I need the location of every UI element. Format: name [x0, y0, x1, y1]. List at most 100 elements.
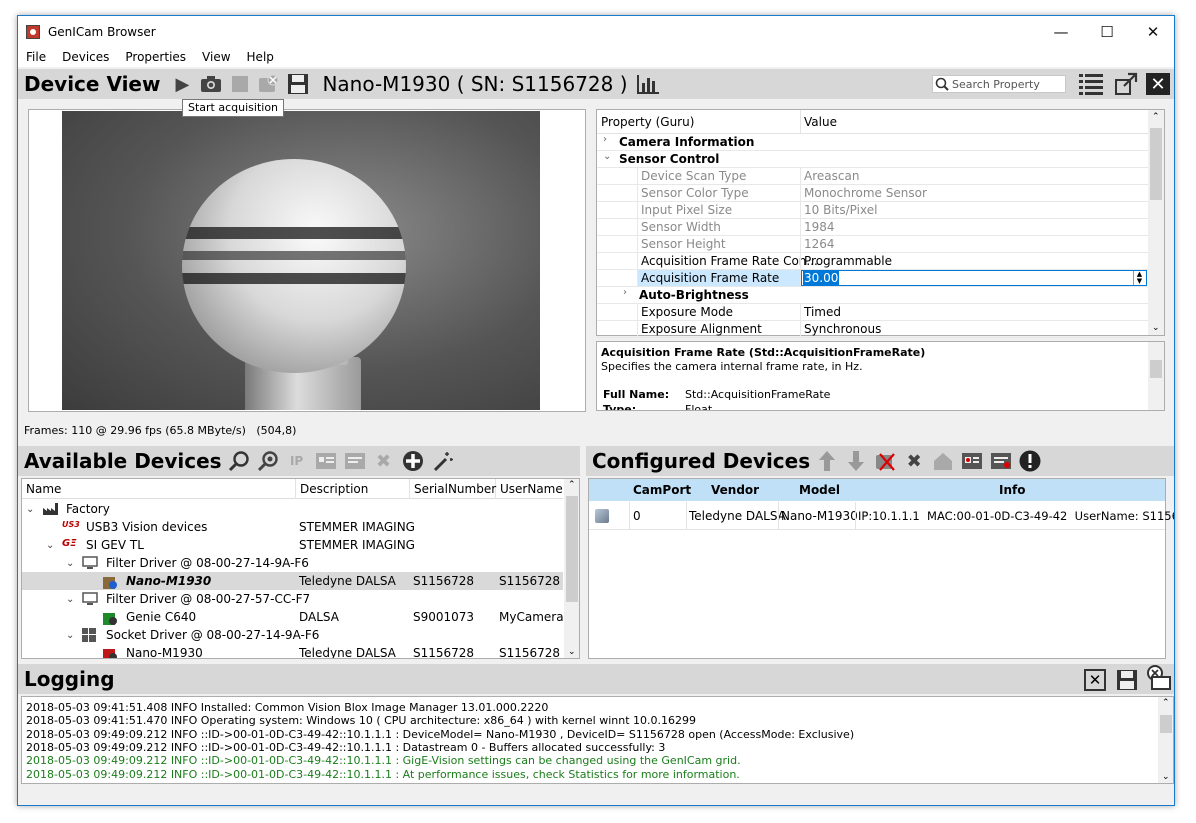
- model-column-header[interactable]: Model: [799, 483, 840, 497]
- list-item[interactable]: US3 USB3 Vision devices STEMMER IMAGING: [22, 518, 563, 536]
- property-value[interactable]: Programmable: [804, 254, 892, 268]
- chevron-down-icon[interactable]: ⌄: [603, 151, 611, 162]
- spin-buttons-icon[interactable]: ▲ ▼: [1133, 271, 1145, 285]
- disconnect-icon[interactable]: [257, 72, 281, 96]
- image-display[interactable]: [28, 109, 586, 412]
- list-item[interactable]: ⌄ Filter Driver @ 08-00-27-14-9A-F6: [22, 554, 563, 572]
- undock-icon[interactable]: [1114, 72, 1138, 99]
- value-column-header[interactable]: Value: [804, 115, 837, 129]
- tools-icon[interactable]: ✖: [372, 449, 396, 473]
- log-view[interactable]: 2018-05-03 09:41:51.408 INFO Installed: …: [21, 696, 1174, 784]
- tooltip: Start acquisition: [182, 99, 285, 117]
- configured-devices-table[interactable]: CamPort Vendor Model Info 0 Teledyne DAL…: [588, 478, 1174, 659]
- configure-icon[interactable]: ✖: [902, 449, 926, 473]
- stop-icon[interactable]: [228, 72, 252, 96]
- close-log-icon[interactable]: [1146, 665, 1172, 694]
- property-row[interactable]: Exposure Mode Timed: [597, 304, 1148, 321]
- list-item[interactable]: Genie C640 DALSA S9001073 MyCamera1: [22, 608, 571, 626]
- scroll-up-icon[interactable]: ⌃: [1152, 112, 1160, 122]
- minimize-button[interactable]: —: [1038, 16, 1084, 47]
- discover-icon[interactable]: [227, 449, 251, 473]
- list-item[interactable]: ⌄ Factory: [22, 500, 563, 518]
- property-scrollbar[interactable]: ⌃ ⌄: [1148, 110, 1164, 335]
- move-up-icon[interactable]: [815, 449, 839, 473]
- name-column-header[interactable]: Name: [22, 479, 296, 499]
- discover-all-icon[interactable]: [256, 449, 280, 473]
- chevron-down-icon[interactable]: ⌄: [66, 630, 74, 641]
- move-down-icon[interactable]: [844, 449, 868, 473]
- menu-devices[interactable]: Devices: [54, 50, 117, 64]
- property-row[interactable]: Sensor Height 1264: [597, 236, 1148, 253]
- table-row[interactable]: 0 Teledyne DALSA Nano-M1930 IP:10.1.1.1 …: [589, 502, 1174, 530]
- property-row[interactable]: Acquisition Frame Rate Con... Programmabl…: [597, 253, 1148, 270]
- property-value[interactable]: Timed: [804, 305, 841, 319]
- log-scrollbar[interactable]: ⌃ ⌄: [1158, 697, 1173, 783]
- property-row[interactable]: › Auto-Brightness: [597, 287, 1148, 304]
- remove-device-icon[interactable]: [873, 449, 897, 473]
- property-value: Areascan: [804, 169, 860, 183]
- close-panel-icon[interactable]: ✕: [1146, 73, 1170, 95]
- device-settings-icon[interactable]: [989, 449, 1013, 473]
- add-device-icon[interactable]: [401, 449, 425, 473]
- statistics-icon[interactable]: [636, 72, 660, 96]
- chevron-right-icon[interactable]: ›: [623, 287, 627, 298]
- log-line: 2018-05-03 09:49:09.212 INFO ::ID->00-01…: [26, 727, 855, 741]
- close-window-button[interactable]: ✕: [1130, 16, 1174, 47]
- list-item[interactable]: Nano-M1930 Teledyne DALSA S1156728 S1156728: [22, 572, 563, 590]
- menu-file[interactable]: File: [18, 50, 54, 64]
- menu-view[interactable]: View: [194, 50, 238, 64]
- list-item[interactable]: ⌄ Filter Driver @ 08-00-27-57-CC-F7: [22, 590, 563, 608]
- available-devices-tree[interactable]: Name Description SerialNumber UserName ⌄…: [21, 478, 580, 659]
- property-row[interactable]: ⌄ Sensor Control: [597, 151, 1148, 168]
- property-row[interactable]: Device Scan Type Areascan: [597, 168, 1148, 185]
- scroll-down-icon[interactable]: ⌄: [1152, 323, 1160, 333]
- device-image-icon[interactable]: [960, 449, 984, 473]
- available-scrollbar[interactable]: ⌃ ⌄: [564, 479, 579, 658]
- property-row[interactable]: › Camera Information: [597, 134, 1148, 151]
- save-icon[interactable]: [286, 72, 310, 96]
- list-item[interactable]: ⌄ Socket Driver @ 08-00-27-14-9A-F6: [22, 626, 563, 644]
- device-edit-icon[interactable]: [343, 449, 367, 473]
- maximize-button[interactable]: ☐: [1084, 16, 1130, 47]
- vendor-column-header[interactable]: Vendor: [711, 483, 759, 497]
- wand-icon[interactable]: [430, 449, 454, 473]
- property-row[interactable]: Exposure Alignment Synchronous: [597, 321, 1148, 338]
- property-column-header[interactable]: Property (Guru): [601, 115, 694, 129]
- chevron-down-icon[interactable]: ⌄: [66, 558, 74, 569]
- info-column-header[interactable]: Info: [999, 483, 1025, 497]
- description-scrollbar[interactable]: [1148, 342, 1164, 410]
- property-value: 1264: [804, 237, 835, 251]
- serial-column-header[interactable]: SerialNumber: [410, 479, 496, 499]
- camport-column-header[interactable]: CamPort: [633, 483, 691, 497]
- property-row[interactable]: Sensor Color Type Monochrome Sensor: [597, 185, 1148, 202]
- clear-log-icon[interactable]: ✕: [1084, 669, 1106, 691]
- alert-icon[interactable]: [1018, 449, 1042, 473]
- chevron-down-icon[interactable]: ⌄: [26, 504, 34, 515]
- description-column-header[interactable]: Description: [296, 479, 410, 499]
- list-view-icon[interactable]: [1078, 72, 1104, 99]
- chevron-down-icon[interactable]: ⌄: [46, 540, 54, 551]
- search-box[interactable]: Search Property: [932, 75, 1066, 93]
- menu-properties[interactable]: Properties: [117, 50, 194, 64]
- device-info-icon[interactable]: [314, 449, 338, 473]
- chevron-down-icon[interactable]: ⌄: [66, 594, 74, 605]
- play-icon[interactable]: ▶: [170, 72, 194, 96]
- property-row[interactable]: Acquisition Frame Rate 30.00 ▲ ▼: [597, 270, 1148, 287]
- list-item[interactable]: Nano-M1930 Teledyne DALSA S1156728 S1156728: [22, 644, 563, 658]
- frame-rate-input[interactable]: 30.00 ▲ ▼: [801, 270, 1147, 286]
- property-row[interactable]: Input Pixel Size 10 Bits/Pixel: [597, 202, 1148, 219]
- ip-config-icon[interactable]: IP: [285, 449, 309, 473]
- menu-help[interactable]: Help: [239, 50, 282, 64]
- save-log-icon[interactable]: [1116, 669, 1138, 694]
- available-devices-title: Available Devices: [24, 449, 222, 473]
- property-value[interactable]: Synchronous: [804, 322, 881, 336]
- scroll-thumb[interactable]: [1150, 128, 1162, 200]
- property-grid[interactable]: Property (Guru) Value › Camera Informatio…: [596, 109, 1165, 338]
- home-device-icon[interactable]: [931, 449, 955, 473]
- property-row[interactable]: Sensor Width 1984: [597, 219, 1148, 236]
- list-item[interactable]: ⌄ GΞ SI GEV TL STEMMER IMAGING: [22, 536, 563, 554]
- chevron-right-icon[interactable]: ›: [603, 134, 607, 145]
- username-column-header[interactable]: UserName: [496, 479, 563, 499]
- snapshot-icon[interactable]: [199, 72, 223, 96]
- window-title: GenICam Browser: [48, 24, 156, 39]
